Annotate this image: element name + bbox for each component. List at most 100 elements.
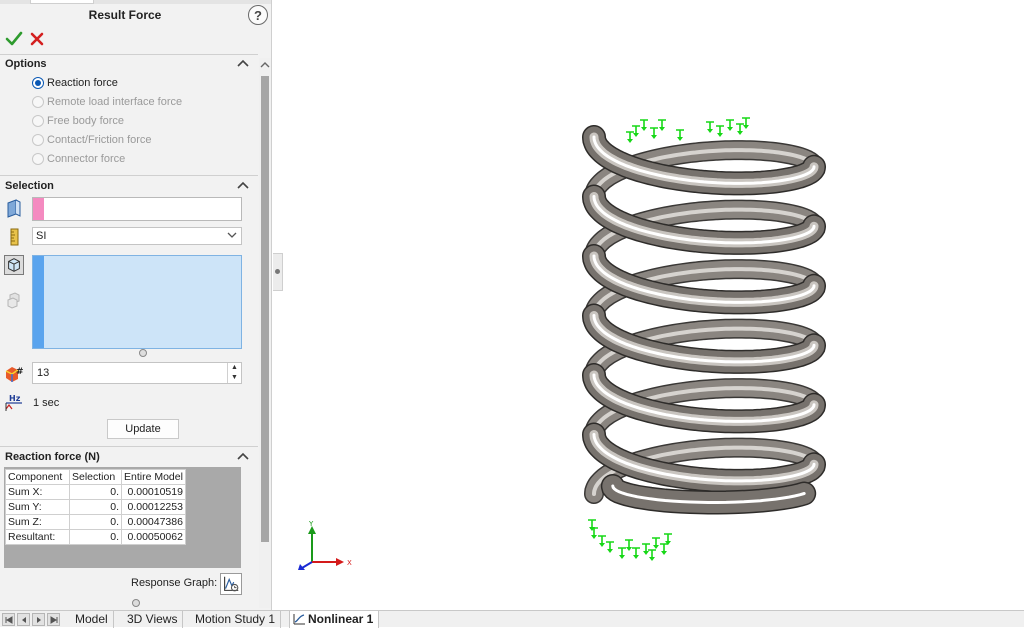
table-cell: 0. xyxy=(69,514,122,530)
frequency-icon-text: Hz xyxy=(9,394,21,403)
next-tab-button[interactable] xyxy=(32,613,45,626)
fixture-arrow-icon xyxy=(658,119,666,131)
property-manager-panel: Result Force ? Options Reaction force Re… xyxy=(0,0,272,610)
units-icon xyxy=(10,228,19,246)
radio-remote-load-interface-force[interactable]: Remote load interface force xyxy=(32,94,182,110)
table-header-row: Component Selection Entire Model xyxy=(5,469,186,485)
chevron-right-icon xyxy=(37,617,41,623)
column-header: Selection xyxy=(69,469,122,485)
fixture-arrow-icon xyxy=(736,123,744,135)
prev-tab-button[interactable] xyxy=(17,613,30,626)
tab-3d-views[interactable]: 3D Views xyxy=(122,611,184,628)
first-tab-button[interactable] xyxy=(2,613,15,626)
graphics-viewport[interactable]: Y X xyxy=(284,0,1024,610)
radio-button[interactable] xyxy=(32,96,44,108)
face-icon xyxy=(7,199,21,218)
bottom-tab-bar: Model 3D Views Motion Study 1 Nonlinear … xyxy=(0,610,1024,628)
last-tab-button[interactable] xyxy=(47,613,60,626)
reaction-results-area: Component Selection Entire Model Sum X: … xyxy=(4,467,241,568)
spring-coils[interactable] xyxy=(582,125,826,515)
response-graph-label: Response Graph: xyxy=(131,577,218,589)
close-icon[interactable] xyxy=(28,30,46,48)
chevron-up-icon[interactable] xyxy=(236,180,250,190)
scrollbar-thumb[interactable] xyxy=(261,76,269,542)
radio-button[interactable] xyxy=(32,134,44,146)
fixture-arrow-head xyxy=(651,135,657,139)
table-row: Resultant: 0. 0.00050062 xyxy=(5,529,186,545)
axis-y-label: Y xyxy=(308,520,314,528)
table-cell: 0.00050062 xyxy=(121,529,186,545)
fixture-arrow-icon xyxy=(606,541,614,553)
table-cell: 0.00047386 xyxy=(121,514,186,530)
radio-label: Remote load interface force xyxy=(47,96,183,108)
fixture-arrow-head xyxy=(599,543,605,547)
fixture-arrow-icon xyxy=(626,131,634,143)
divider xyxy=(0,446,258,447)
selection-list-box[interactable] xyxy=(32,255,242,349)
multi-body-icon[interactable] xyxy=(4,290,24,310)
fixture-arrow-icon xyxy=(726,119,734,131)
selection-color-marker xyxy=(33,256,44,348)
fixture-arrow-head xyxy=(653,545,659,549)
spinner-arrows[interactable]: ▲ ▼ xyxy=(227,363,241,383)
chevron-up-icon[interactable] xyxy=(236,58,250,68)
scroll-up-icon[interactable] xyxy=(260,60,270,70)
chevron-up-icon[interactable] xyxy=(236,451,250,461)
svg-text:#: # xyxy=(16,367,24,377)
table-cell: 0. xyxy=(69,484,122,500)
radio-button[interactable] xyxy=(32,115,44,127)
radio-free-body-force[interactable]: Free body force xyxy=(32,113,124,129)
fixture-arrow-icon xyxy=(650,127,658,139)
fixture-arrow-head xyxy=(677,137,683,141)
units-dropdown[interactable]: SI xyxy=(32,227,242,245)
nonlinear-study-icon xyxy=(293,614,305,625)
column-header: Entire Model xyxy=(121,469,186,485)
radio-label: Contact/Friction force xyxy=(47,134,152,146)
solution-time: 1 sec xyxy=(33,397,60,409)
table-cell: Sum Y: xyxy=(5,499,70,515)
spinner-down-icon[interactable]: ▼ xyxy=(228,373,241,383)
panel-collapse-handle[interactable] xyxy=(273,253,283,291)
fixture-arrow-icon xyxy=(640,119,648,131)
fixture-arrow-icon xyxy=(598,535,606,547)
table-row: Sum Y: 0. 0.00012253 xyxy=(5,499,186,515)
radio-connector-force[interactable]: Connector force xyxy=(32,151,125,167)
radio-button[interactable] xyxy=(32,153,44,165)
fixture-arrow-icon xyxy=(706,121,714,133)
step-number-spinner[interactable]: 13 ▲ ▼ xyxy=(32,362,242,384)
radio-reaction-force[interactable]: Reaction force xyxy=(32,75,118,91)
table-cell: 0.00010519 xyxy=(121,484,186,500)
radio-contact-friction-force[interactable]: Contact/Friction force xyxy=(32,132,152,148)
fixture-arrow-head xyxy=(707,129,713,133)
panel-tab[interactable] xyxy=(30,0,94,4)
tab-motion-study-1[interactable]: Motion Study 1 xyxy=(190,611,282,628)
divider xyxy=(0,175,258,176)
entity-selection-field[interactable] xyxy=(32,197,242,221)
spring-model[interactable] xyxy=(284,0,1024,610)
chevron-left-icon xyxy=(22,617,26,623)
check-icon[interactable] xyxy=(5,30,23,48)
tab-label: Nonlinear 1 xyxy=(308,612,374,626)
fixture-arrow-head xyxy=(591,535,597,539)
tab-nonlinear-1[interactable]: Nonlinear 1 xyxy=(289,611,380,628)
fixture-arrow-icon xyxy=(648,549,656,561)
panel-resize-handle[interactable] xyxy=(132,599,140,607)
step-number-value: 13 xyxy=(37,367,50,379)
update-button[interactable]: Update xyxy=(107,419,179,439)
response-graph-icon[interactable] xyxy=(220,573,242,595)
radio-button[interactable] xyxy=(32,77,44,89)
fixture-arrow-icon xyxy=(632,547,640,559)
fixture-arrow-icon xyxy=(625,539,633,551)
table-cell: 0.00012253 xyxy=(121,499,186,515)
fixture-arrow-head xyxy=(607,549,613,553)
tab-model[interactable]: Model xyxy=(70,611,114,628)
page-title: Result Force xyxy=(88,8,162,22)
plot-step-icon: # xyxy=(5,367,24,382)
fixture-arrow-head xyxy=(743,125,749,129)
component-cube-icon[interactable] xyxy=(4,255,24,275)
help-icon[interactable]: ? xyxy=(248,5,268,25)
radio-label: Connector force xyxy=(47,153,126,165)
list-resize-handle[interactable] xyxy=(139,349,147,357)
panel-scrollbar[interactable] xyxy=(259,58,271,608)
axis-x-label: X xyxy=(347,559,352,567)
